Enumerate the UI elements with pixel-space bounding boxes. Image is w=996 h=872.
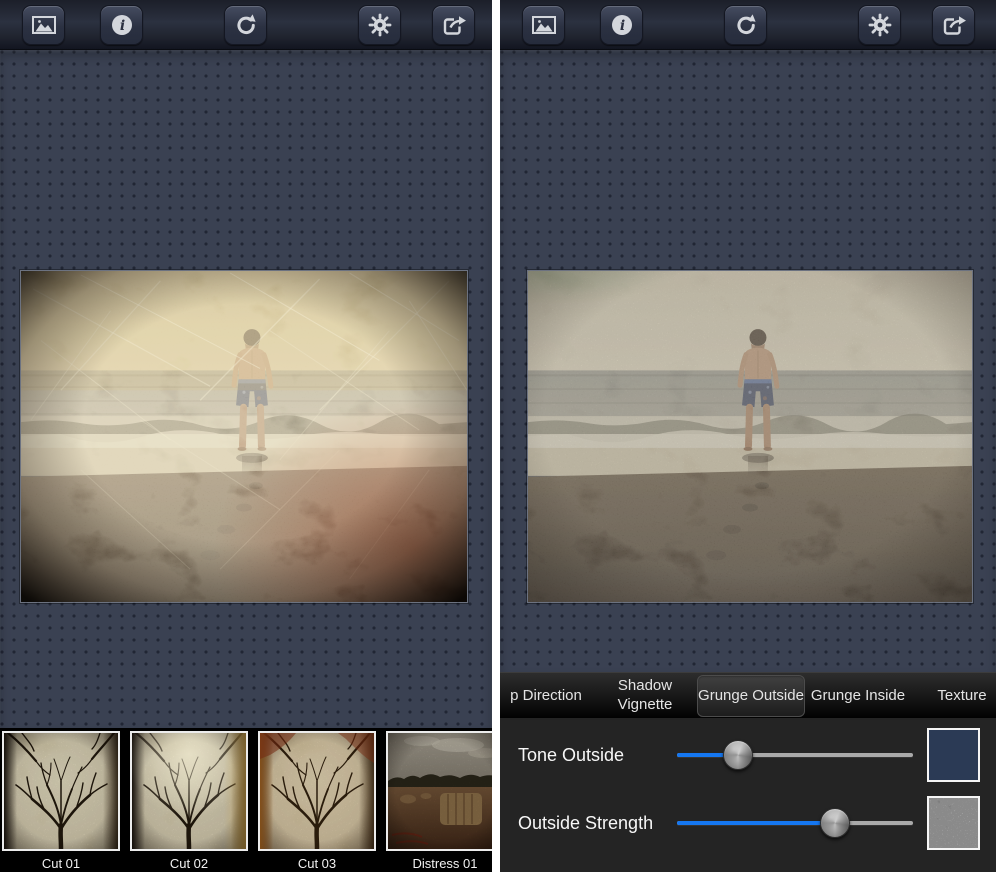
settings-button[interactable] <box>858 5 901 45</box>
outside-strength-label: Outside Strength <box>518 813 653 834</box>
redo-button[interactable] <box>724 5 767 45</box>
share-icon <box>441 13 467 37</box>
share-button[interactable] <box>432 5 475 45</box>
photo-preview-grunge[interactable] <box>20 270 468 603</box>
redo-arrow-icon <box>734 13 758 37</box>
info-button[interactable]: i <box>600 5 643 45</box>
svg-text:i: i <box>619 18 624 34</box>
toolbar-right: i <box>500 0 996 50</box>
slider-knob[interactable] <box>820 808 850 838</box>
screenshot-pair: i <box>0 0 996 872</box>
filter-thumb-cut-01[interactable] <box>2 731 120 851</box>
filter-thumb-cut-03[interactable] <box>258 731 376 851</box>
outside-strength-slider[interactable] <box>677 808 913 838</box>
filter-label: Cut 02 <box>130 857 248 871</box>
toolbar-left: i <box>0 0 492 50</box>
photos-button[interactable] <box>522 5 565 45</box>
outside-texture-swatch[interactable] <box>927 796 980 850</box>
filter-filmstrip: Cut 01 Cut 02 Cut 03 <box>0 728 492 872</box>
photos-button[interactable] <box>22 5 65 45</box>
screen-right: i <box>500 0 996 872</box>
slider-knob[interactable] <box>723 740 753 770</box>
tone-outside-label: Tone Outside <box>518 745 624 766</box>
info-icon: i <box>110 13 134 37</box>
grunge-outside-panel: Tone Outside Outside Strength <box>500 718 996 872</box>
filter-thumb-cut-02[interactable] <box>130 731 248 851</box>
settings-button[interactable] <box>358 5 401 45</box>
tab-grunge-inside[interactable]: Grunge Inside <box>808 673 908 719</box>
photos-icon <box>531 13 557 37</box>
gear-icon <box>368 13 392 37</box>
svg-text:i: i <box>119 18 124 34</box>
info-button[interactable]: i <box>100 5 143 45</box>
filter-label: Cut 01 <box>2 857 120 871</box>
screen-left: i <box>0 0 492 872</box>
gear-icon <box>868 13 892 37</box>
tab-grunge-outside[interactable]: Grunge Outside <box>697 675 805 717</box>
info-icon: i <box>610 13 634 37</box>
share-button[interactable] <box>932 5 975 45</box>
tab-direction[interactable]: p Direction <box>500 673 592 719</box>
tone-outside-slider[interactable] <box>677 740 913 770</box>
photos-icon <box>31 13 57 37</box>
tone-outside-swatch[interactable] <box>927 728 980 782</box>
adjustment-tabbar: p Direction Shadow Vignette Grunge Outsi… <box>500 672 996 718</box>
filter-label: Distress 01 <box>386 857 492 871</box>
tab-texture[interactable]: Texture <box>928 673 996 719</box>
filter-thumb-distress-01[interactable] <box>386 731 492 851</box>
redo-button[interactable] <box>224 5 267 45</box>
photo-preview-clean[interactable] <box>527 270 973 603</box>
redo-arrow-icon <box>234 13 258 37</box>
share-icon <box>941 13 967 37</box>
filter-label: Cut 03 <box>258 857 376 871</box>
tab-shadow-vignette[interactable]: Shadow Vignette <box>595 673 695 719</box>
slider-fill <box>677 821 835 825</box>
